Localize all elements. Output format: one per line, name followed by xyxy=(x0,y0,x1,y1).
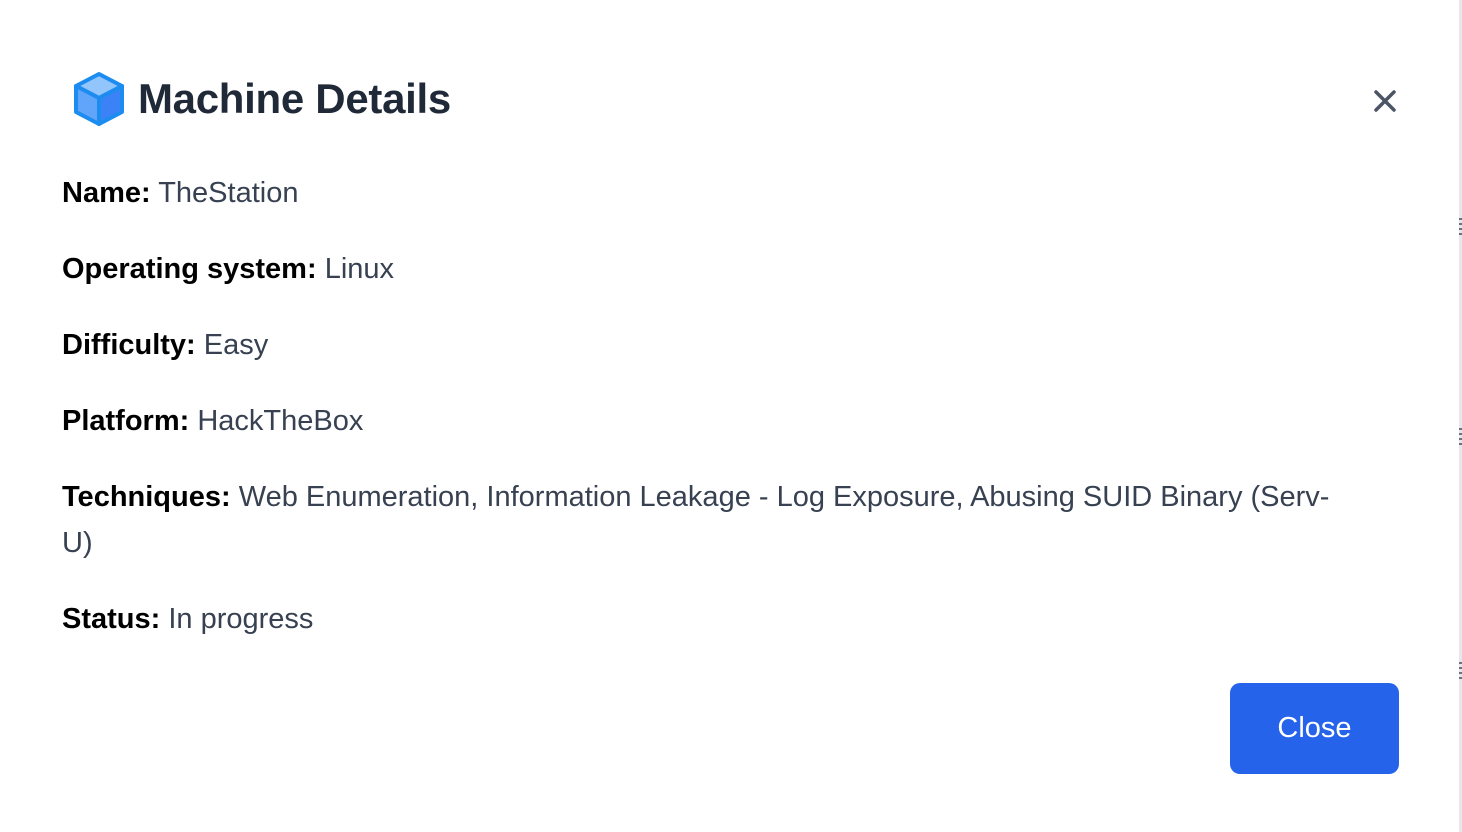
detail-label: Platform: xyxy=(62,405,190,437)
detail-value: HackTheBox xyxy=(197,405,364,437)
cube-icon xyxy=(72,70,126,128)
detail-name: Name: TheStation xyxy=(62,170,1332,216)
detail-value: In progress xyxy=(168,603,314,635)
machine-details-modal: Machine Details Name: TheStation Operati… xyxy=(0,0,1458,832)
detail-value: Linux xyxy=(324,253,395,285)
detail-operating-system: Operating system: Linux xyxy=(62,246,1332,292)
modal-title: Machine Details xyxy=(138,75,451,122)
close-button[interactable]: Close xyxy=(1230,683,1399,774)
detail-label: Operating system: xyxy=(62,253,317,285)
detail-difficulty: Difficulty: Easy xyxy=(62,322,1332,368)
detail-label: Name: xyxy=(62,177,151,209)
modal-header: Machine Details xyxy=(72,68,451,130)
page: Machine Details Name: TheStation Operati… xyxy=(0,0,1462,832)
details-list: Name: TheStation Operating system: Linux… xyxy=(62,170,1332,672)
detail-value: TheStation xyxy=(158,177,299,209)
detail-techniques: Techniques: Web Enumeration, Information… xyxy=(62,474,1332,566)
detail-label: Difficulty: xyxy=(62,329,196,361)
detail-platform: Platform: HackTheBox xyxy=(62,398,1332,444)
detail-value: Easy xyxy=(203,329,269,361)
detail-value: Web Enumeration, Information Leakage - L… xyxy=(62,481,1330,559)
detail-label: Techniques: xyxy=(62,481,231,513)
detail-status: Status: In progress xyxy=(62,596,1332,642)
detail-label: Status: xyxy=(62,603,161,635)
close-icon[interactable] xyxy=(1366,82,1404,120)
